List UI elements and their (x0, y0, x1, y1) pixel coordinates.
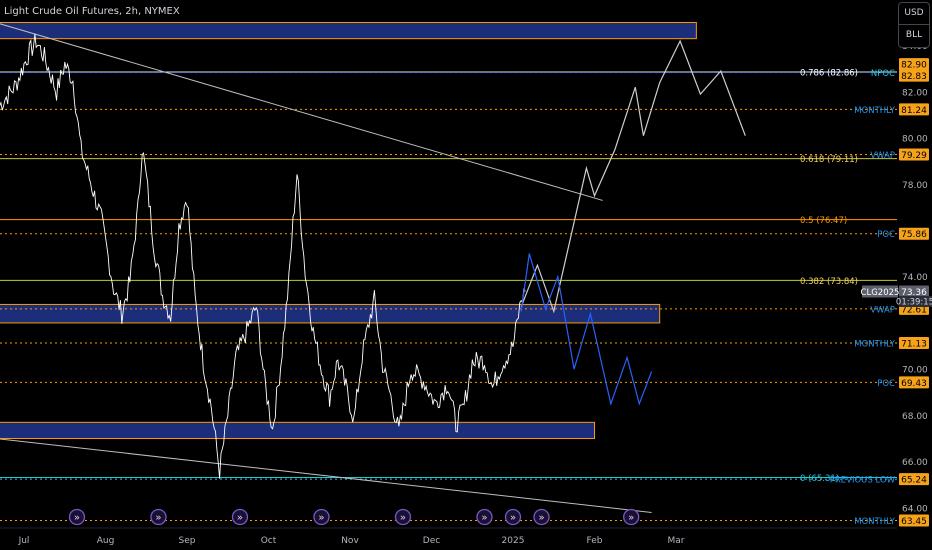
zone-box (0, 303, 661, 324)
event-icon-glyph: » (538, 513, 544, 524)
price-tick-label: 80.00 (902, 135, 928, 145)
price-tag-text: 71.13 (901, 340, 927, 350)
quantity-unit[interactable]: BLL (899, 25, 929, 46)
price-tick-label: 78.00 (902, 181, 928, 191)
event-icon-glyph: » (628, 513, 634, 524)
zone-box (0, 21, 697, 40)
currency-unit[interactable]: USD (899, 3, 929, 25)
event-icon-glyph: » (510, 513, 516, 524)
zone-box (0, 421, 596, 439)
time-axis-bg (0, 528, 897, 550)
time-tick-label: Jul (18, 536, 30, 546)
level-label: 0.786 (82.86) (800, 68, 858, 78)
time-tick-label: Sep (179, 536, 196, 546)
price-tag: 69.43 (899, 376, 929, 389)
price-tick-label: 70.00 (902, 366, 928, 376)
price-tag: 79.29 (899, 148, 929, 161)
level-label-text: MONTHLY (854, 106, 896, 116)
level-label: PREVIOUS LOW (830, 476, 896, 486)
price-tag-text: 63.45 (901, 517, 927, 527)
level-label: MONTHLY (854, 106, 896, 116)
event-marker: » (533, 508, 550, 526)
time-tick-label: Mar (668, 536, 685, 546)
level-label: 0.5 (76.47) (800, 216, 847, 226)
symbol-tag: CLG2025 (861, 285, 900, 298)
level-label: POC (877, 230, 895, 240)
level-label-text: NPOC (871, 69, 895, 79)
price-tick-label: 66.00 (902, 458, 928, 468)
trendline (0, 438, 652, 513)
time-tick-label: Oct (261, 536, 277, 546)
event-marker: » (623, 508, 640, 526)
time-tick-label: Nov (341, 536, 359, 546)
level-label-text: 0.5 (76.47) (800, 216, 847, 226)
price-tick-label: 74.00 (902, 273, 928, 283)
level-label-text: MONTHLY (854, 517, 896, 527)
level-label-text: 0.786 (82.86) (800, 68, 858, 78)
event-icon-glyph: » (481, 513, 487, 524)
level-label: 0.618 (79.11) (800, 155, 858, 165)
level-label: POC (877, 379, 895, 389)
countdown-text: 01:39:15 (896, 297, 932, 307)
price-tag: 65.24 (899, 473, 929, 486)
currency-unit-selector[interactable]: USD BLL (898, 2, 930, 48)
price-tick-label: 82.00 (902, 88, 928, 98)
level-label-text: MONTHLY (854, 340, 896, 350)
price-tag-text: 82.90 (901, 61, 927, 71)
level-label: VWAP (870, 151, 895, 161)
level-label: 0.382 (73.84) (800, 277, 858, 287)
price-tag: 75.86 (899, 227, 929, 240)
price-tag: 82.83 (899, 69, 929, 82)
event-marker: » (68, 508, 86, 526)
event-icon-glyph: » (318, 513, 324, 524)
price-tag-text: 75.86 (901, 230, 927, 240)
level-label: MONTHLY (854, 340, 896, 350)
event-icon-glyph: » (74, 513, 80, 524)
price-tick-label: 68.00 (902, 412, 928, 422)
price-tag: 71.13 (899, 337, 929, 350)
price-tag: 82.90 (899, 58, 929, 71)
price-tag: 63.45 (899, 514, 929, 527)
countdown-tag: 01:39:15 (896, 295, 932, 307)
level-label-text: PREVIOUS LOW (830, 476, 896, 486)
level-label-text: 0.618 (79.11) (800, 155, 858, 165)
price-tag-text: 65.24 (901, 476, 927, 486)
event-icon-glyph: » (237, 513, 243, 524)
price-tag: 81.24 (899, 103, 929, 116)
level-label: VWAP (870, 305, 895, 315)
price-chart[interactable]: 0.786 (82.86) NPOC MONTHLY VWAP 0.618 (79.11… (0, 0, 932, 550)
level-label-text: VWAP (870, 151, 895, 161)
level-label-text: POC (877, 379, 895, 389)
price-tick-label: 64.00 (902, 504, 928, 514)
trendline (0, 23, 603, 201)
event-icon-glyph: » (400, 513, 406, 524)
price-tag-text: 79.29 (901, 151, 927, 161)
event-marker: » (504, 508, 522, 526)
event-marker: » (231, 508, 249, 526)
time-tick-label: Aug (97, 536, 115, 546)
time-tick-label: 2025 (502, 536, 525, 546)
projection-up-line (520, 39, 746, 314)
event-marker: » (313, 508, 330, 526)
level-label-text: 0.382 (73.84) (800, 277, 858, 287)
event-marker: » (476, 508, 493, 526)
price-tag-text: 81.24 (901, 106, 927, 116)
level-label: MONTHLY (854, 517, 896, 527)
level-label: NPOC (871, 69, 895, 79)
time-tick-label: Feb (587, 536, 603, 546)
event-marker: » (150, 508, 167, 526)
level-label-text: VWAP (870, 305, 895, 315)
price-tag-text: 69.43 (901, 379, 927, 389)
symbol-tag-text: CLG2025 (861, 288, 900, 298)
level-label-text: POC (877, 230, 895, 240)
event-icon-glyph: » (155, 513, 161, 524)
event-marker: » (394, 508, 412, 526)
price-tag-text: 82.83 (901, 72, 927, 82)
time-tick-label: Dec (423, 536, 440, 546)
